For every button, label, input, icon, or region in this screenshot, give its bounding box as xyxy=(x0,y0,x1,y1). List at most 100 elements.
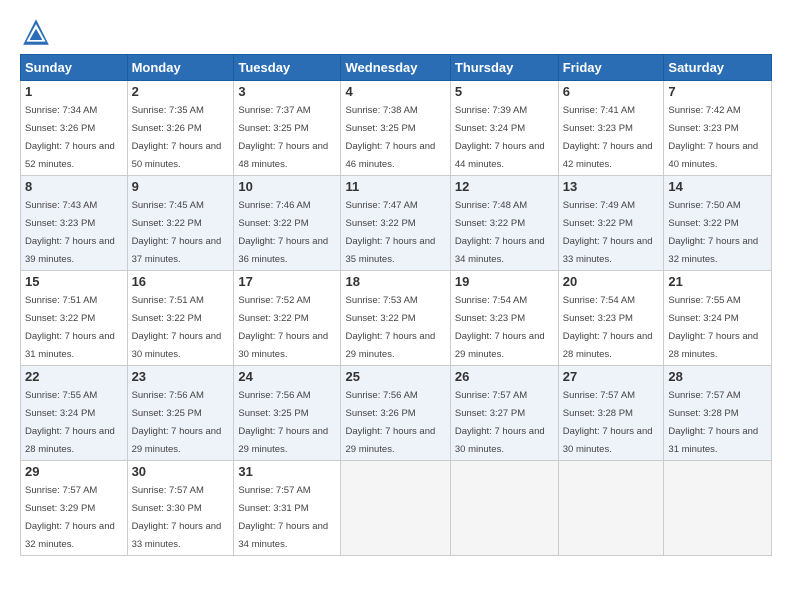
calendar-cell: 11 Sunrise: 7:47 AMSunset: 3:22 PMDayligh… xyxy=(341,176,450,271)
day-number: 30 xyxy=(132,464,230,479)
day-info: Sunrise: 7:51 AMSunset: 3:22 PMDaylight:… xyxy=(25,295,115,360)
calendar-cell: 4 Sunrise: 7:38 AMSunset: 3:25 PMDaylight… xyxy=(341,81,450,176)
calendar-cell: 27 Sunrise: 7:57 AMSunset: 3:28 PMDayligh… xyxy=(558,366,664,461)
day-info: Sunrise: 7:52 AMSunset: 3:22 PMDaylight:… xyxy=(238,295,328,360)
logo xyxy=(20,16,56,48)
header-tuesday: Tuesday xyxy=(234,55,341,81)
day-number: 25 xyxy=(345,369,445,384)
calendar-cell: 26Sunrise: 7:57 AMSunset: 3:27 PMDayligh… xyxy=(450,366,558,461)
day-number: 13 xyxy=(563,179,660,194)
day-info: Sunrise: 7:55 AMSunset: 3:24 PMDaylight:… xyxy=(25,390,115,455)
calendar-cell: 21 Sunrise: 7:55 AMSunset: 3:24 PMDayligh… xyxy=(664,271,772,366)
day-number: 29 xyxy=(25,464,123,479)
calendar-week-row: 15 Sunrise: 7:51 AMSunset: 3:22 PMDayligh… xyxy=(21,271,772,366)
day-info: Sunrise: 7:46 AMSunset: 3:22 PMDaylight:… xyxy=(238,200,328,265)
calendar-cell: 15 Sunrise: 7:51 AMSunset: 3:22 PMDayligh… xyxy=(21,271,128,366)
calendar-week-row: 8 Sunrise: 7:43 AMSunset: 3:23 PMDaylight… xyxy=(21,176,772,271)
day-number: 4 xyxy=(345,84,445,99)
calendar-week-row: 29 Sunrise: 7:57 AMSunset: 3:29 PMDayligh… xyxy=(21,461,772,556)
day-info: Sunrise: 7:51 AMSunset: 3:22 PMDaylight:… xyxy=(132,295,222,360)
day-number: 5 xyxy=(455,84,554,99)
day-info: Sunrise: 7:42 AMSunset: 3:23 PMDaylight:… xyxy=(668,105,758,170)
day-info: Sunrise: 7:50 AMSunset: 3:22 PMDaylight:… xyxy=(668,200,758,265)
calendar-cell xyxy=(664,461,772,556)
calendar-table: Sunday Monday Tuesday Wednesday Thursday… xyxy=(20,54,772,556)
calendar-cell: 5 Sunrise: 7:39 AMSunset: 3:24 PMDaylight… xyxy=(450,81,558,176)
calendar-cell: 6Sunrise: 7:41 AMSunset: 3:23 PMDaylight… xyxy=(558,81,664,176)
day-number: 17 xyxy=(238,274,336,289)
day-info: Sunrise: 7:57 AMSunset: 3:29 PMDaylight:… xyxy=(25,485,115,550)
day-info: Sunrise: 7:41 AMSunset: 3:23 PMDaylight:… xyxy=(563,105,653,170)
day-info: Sunrise: 7:57 AMSunset: 3:28 PMDaylight:… xyxy=(563,390,653,455)
calendar-cell: 18Sunrise: 7:53 AMSunset: 3:22 PMDayligh… xyxy=(341,271,450,366)
header-friday: Friday xyxy=(558,55,664,81)
day-number: 19 xyxy=(455,274,554,289)
calendar-cell: 20 Sunrise: 7:54 AMSunset: 3:23 PMDayligh… xyxy=(558,271,664,366)
calendar-cell: 13 Sunrise: 7:49 AMSunset: 3:22 PMDayligh… xyxy=(558,176,664,271)
calendar-cell: 22 Sunrise: 7:55 AMSunset: 3:24 PMDayligh… xyxy=(21,366,128,461)
day-info: Sunrise: 7:49 AMSunset: 3:22 PMDaylight:… xyxy=(563,200,653,265)
day-number: 18 xyxy=(345,274,445,289)
calendar-cell: 12 Sunrise: 7:48 AMSunset: 3:22 PMDayligh… xyxy=(450,176,558,271)
calendar-cell: 25 Sunrise: 7:56 AMSunset: 3:26 PMDayligh… xyxy=(341,366,450,461)
day-info: Sunrise: 7:56 AMSunset: 3:25 PMDaylight:… xyxy=(132,390,222,455)
day-info: Sunrise: 7:47 AMSunset: 3:22 PMDaylight:… xyxy=(345,200,435,265)
day-info: Sunrise: 7:54 AMSunset: 3:23 PMDaylight:… xyxy=(455,295,545,360)
calendar-cell: 24Sunrise: 7:56 AMSunset: 3:25 PMDayligh… xyxy=(234,366,341,461)
calendar-cell: 3Sunrise: 7:37 AMSunset: 3:25 PMDaylight… xyxy=(234,81,341,176)
day-info: Sunrise: 7:55 AMSunset: 3:24 PMDaylight:… xyxy=(668,295,758,360)
day-number: 23 xyxy=(132,369,230,384)
calendar-cell: 10 Sunrise: 7:46 AMSunset: 3:22 PMDayligh… xyxy=(234,176,341,271)
header-saturday: Saturday xyxy=(664,55,772,81)
calendar-page: Sunday Monday Tuesday Wednesday Thursday… xyxy=(0,0,792,566)
day-number: 27 xyxy=(563,369,660,384)
calendar-week-row: 1 Sunrise: 7:34 AMSunset: 3:26 PMDaylight… xyxy=(21,81,772,176)
calendar-cell: 23 Sunrise: 7:56 AMSunset: 3:25 PMDayligh… xyxy=(127,366,234,461)
calendar-cell: 8 Sunrise: 7:43 AMSunset: 3:23 PMDaylight… xyxy=(21,176,128,271)
day-number: 16 xyxy=(132,274,230,289)
day-number: 8 xyxy=(25,179,123,194)
calendar-cell: 9 Sunrise: 7:45 AMSunset: 3:22 PMDaylight… xyxy=(127,176,234,271)
calendar-cell: 30 Sunrise: 7:57 AMSunset: 3:30 PMDayligh… xyxy=(127,461,234,556)
day-info: Sunrise: 7:34 AMSunset: 3:26 PMDaylight:… xyxy=(25,105,115,170)
day-info: Sunrise: 7:57 AMSunset: 3:28 PMDaylight:… xyxy=(668,390,758,455)
day-info: Sunrise: 7:48 AMSunset: 3:22 PMDaylight:… xyxy=(455,200,545,265)
calendar-cell: 19 Sunrise: 7:54 AMSunset: 3:23 PMDayligh… xyxy=(450,271,558,366)
day-number: 9 xyxy=(132,179,230,194)
calendar-cell: 29 Sunrise: 7:57 AMSunset: 3:29 PMDayligh… xyxy=(21,461,128,556)
day-number: 15 xyxy=(25,274,123,289)
header-thursday: Thursday xyxy=(450,55,558,81)
day-info: Sunrise: 7:54 AMSunset: 3:23 PMDaylight:… xyxy=(563,295,653,360)
day-info: Sunrise: 7:39 AMSunset: 3:24 PMDaylight:… xyxy=(455,105,545,170)
day-info: Sunrise: 7:57 AMSunset: 3:31 PMDaylight:… xyxy=(238,485,328,550)
day-number: 14 xyxy=(668,179,767,194)
day-number: 1 xyxy=(25,84,123,99)
calendar-cell: 16 Sunrise: 7:51 AMSunset: 3:22 PMDayligh… xyxy=(127,271,234,366)
day-number: 21 xyxy=(668,274,767,289)
day-info: Sunrise: 7:38 AMSunset: 3:25 PMDaylight:… xyxy=(345,105,435,170)
calendar-cell: 7 Sunrise: 7:42 AMSunset: 3:23 PMDaylight… xyxy=(664,81,772,176)
day-number: 12 xyxy=(455,179,554,194)
day-info: Sunrise: 7:35 AMSunset: 3:26 PMDaylight:… xyxy=(132,105,222,170)
day-info: Sunrise: 7:57 AMSunset: 3:30 PMDaylight:… xyxy=(132,485,222,550)
day-number: 22 xyxy=(25,369,123,384)
day-number: 11 xyxy=(345,179,445,194)
calendar-cell: 28Sunrise: 7:57 AMSunset: 3:28 PMDayligh… xyxy=(664,366,772,461)
calendar-cell: 14 Sunrise: 7:50 AMSunset: 3:22 PMDayligh… xyxy=(664,176,772,271)
day-number: 10 xyxy=(238,179,336,194)
day-number: 3 xyxy=(238,84,336,99)
calendar-cell: 2Sunrise: 7:35 AMSunset: 3:26 PMDaylight… xyxy=(127,81,234,176)
day-number: 20 xyxy=(563,274,660,289)
calendar-cell: 1 Sunrise: 7:34 AMSunset: 3:26 PMDaylight… xyxy=(21,81,128,176)
day-info: Sunrise: 7:43 AMSunset: 3:23 PMDaylight:… xyxy=(25,200,115,265)
calendar-week-row: 22 Sunrise: 7:55 AMSunset: 3:24 PMDayligh… xyxy=(21,366,772,461)
day-number: 31 xyxy=(238,464,336,479)
calendar-cell xyxy=(558,461,664,556)
day-number: 7 xyxy=(668,84,767,99)
header xyxy=(20,16,772,48)
calendar-cell xyxy=(341,461,450,556)
day-number: 24 xyxy=(238,369,336,384)
header-wednesday: Wednesday xyxy=(341,55,450,81)
day-info: Sunrise: 7:56 AMSunset: 3:26 PMDaylight:… xyxy=(345,390,435,455)
day-info: Sunrise: 7:45 AMSunset: 3:22 PMDaylight:… xyxy=(132,200,222,265)
